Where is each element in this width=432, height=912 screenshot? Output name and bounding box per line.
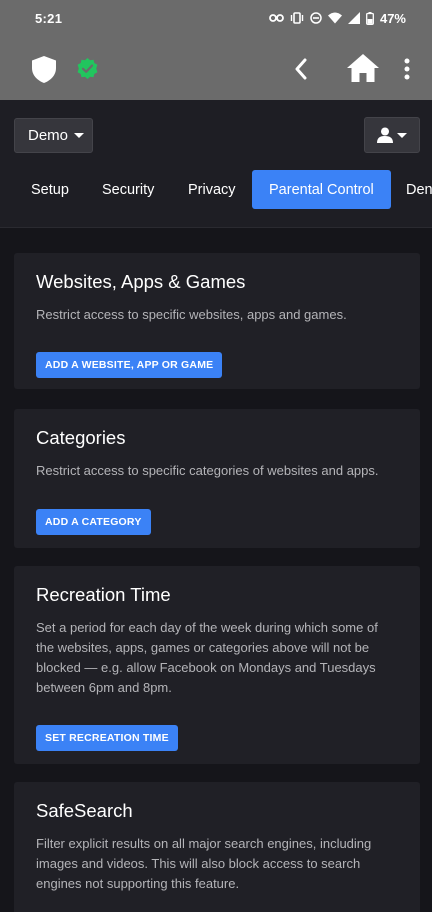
back-icon[interactable] [294,58,308,80]
recreation-time-card: Recreation Time Set a period for each da… [14,566,420,764]
status-bar: 5:21 47% [0,0,432,36]
status-icons: 47% [269,11,406,26]
content-area: Websites, Apps & Games Restrict access t… [0,229,432,912]
card-title: Recreation Time [36,584,171,605]
dnd-icon [310,12,322,24]
caret-down-icon [397,132,407,138]
tab-setup[interactable]: Setup [31,170,69,209]
profile-select[interactable]: Demo [14,118,93,153]
set-recreation-time-button[interactable]: SET RECREATION TIME [36,725,178,751]
categories-card: Categories Restrict access to specific c… [14,409,420,548]
tab-denylist[interactable]: Den [406,170,432,209]
profile-name: Demo [28,127,69,144]
signal-icon [347,12,360,24]
shield-icon [32,56,56,83]
card-description: Restrict access to specific categories o… [36,463,379,478]
battery-percent: 47% [379,10,406,26]
vpn-key-icon [269,14,284,22]
status-time: 5:21 [35,10,63,26]
card-description: Filter explicit results on all major sea… [36,836,372,891]
tab-security[interactable]: Security [102,170,154,209]
websites-apps-games-card: Websites, Apps & Games Restrict access t… [14,253,420,389]
app-bar [0,36,432,100]
card-description: Set a period for each day of the week du… [36,620,378,695]
header-row: Demo [0,100,432,170]
user-icon [377,127,393,143]
tab-parental-control[interactable]: Parental Control [252,170,391,209]
tab-privacy[interactable]: Privacy [188,170,236,209]
card-description: Restrict access to specific websites, ap… [36,307,347,322]
verified-icon [77,58,98,79]
card-title: Websites, Apps & Games [36,271,246,292]
more-icon[interactable] [404,58,410,80]
vibrate-icon [290,12,304,24]
card-title: Categories [36,427,126,448]
account-menu-button[interactable] [364,117,420,153]
card-title: SafeSearch [36,800,133,821]
wifi-icon [327,12,342,24]
add-category-button[interactable]: ADD A CATEGORY [36,509,151,535]
add-website-button[interactable]: ADD A WEBSITE, APP OR GAME [36,352,223,378]
home-icon[interactable] [347,54,379,82]
battery-icon [366,11,374,25]
caret-down-icon [74,133,85,138]
safesearch-card: SafeSearch Filter explicit results on al… [14,782,420,912]
tab-bar: Setup Security Privacy Parental Control … [0,170,432,228]
